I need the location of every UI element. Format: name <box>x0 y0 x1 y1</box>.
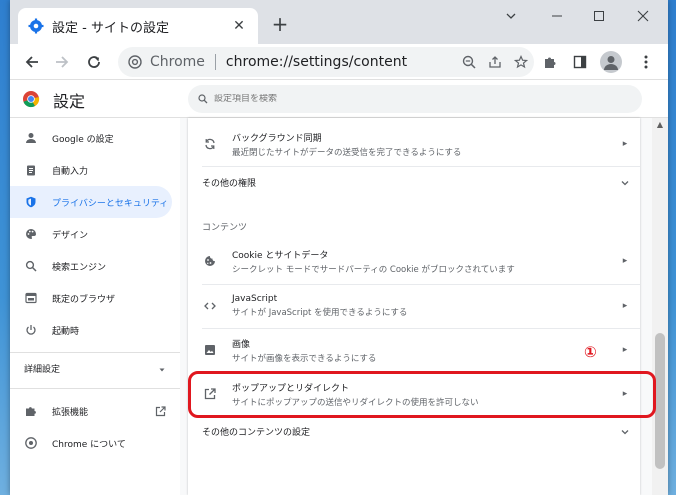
more-permissions-expander[interactable]: その他の権限 <box>188 167 640 197</box>
sidebar-item-search-engine[interactable]: 検索エンジン <box>10 250 172 282</box>
sidebar-item-advanced[interactable]: 詳細設定 <box>10 352 180 384</box>
puzzle-icon <box>24 404 38 418</box>
gear-icon <box>28 18 44 34</box>
row-cookies[interactable]: Cookie とサイトデータ シークレット モードでサードパーティの Cooki… <box>188 240 640 282</box>
search-icon <box>24 259 38 273</box>
shield-icon <box>24 195 38 209</box>
browser-toolbar: Chrome chrome://settings/content <box>10 44 668 80</box>
sidebar-item-label: 既定のブラウザ <box>52 294 116 305</box>
url-text[interactable]: chrome://settings/content <box>226 54 456 70</box>
zoom-icon[interactable] <box>456 49 482 75</box>
search-icon <box>198 94 208 104</box>
new-tab-button[interactable]: + <box>268 12 292 36</box>
sidebar-item-label: Google の設定 <box>52 134 114 145</box>
sidebar-item-label: Chrome について <box>52 439 126 450</box>
row-images[interactable]: 画像 サイトが画像を表示できるようにする ▸ <box>188 329 640 371</box>
sidebar-item-privacy[interactable]: プライバシーとセキュリティ <box>10 186 172 218</box>
side-panel-icon[interactable] <box>568 50 592 74</box>
expander-label: その他のコンテンツの設定 <box>202 427 311 438</box>
close-window-icon[interactable] <box>620 0 666 32</box>
row-description: サイトが画像を表示できるようにする <box>232 353 377 364</box>
page-title: 設定 <box>53 92 86 111</box>
highlight-annotation <box>188 371 656 418</box>
close-tab-icon[interactable]: ✕ <box>230 18 248 34</box>
tab-settings[interactable]: 設定 - サイトの設定 ✕ <box>18 8 258 44</box>
sidebar-item-default-browser[interactable]: 既定のブラウザ <box>10 282 172 314</box>
address-bar[interactable]: Chrome chrome://settings/content <box>118 47 534 77</box>
sidebar-item-startup[interactable]: 起動時 <box>10 314 172 346</box>
settings-header: 設定 <box>10 80 668 118</box>
tab-strip: 設定 - サイトの設定 ✕ + <box>10 0 668 44</box>
sidebar-item-label: 拡張機能 <box>52 407 89 418</box>
omnibox-divider <box>214 54 216 70</box>
clipboard-icon <box>24 163 38 177</box>
kebab-menu-icon[interactable] <box>634 50 658 74</box>
site-label: Chrome <box>150 54 205 70</box>
scroll-up-arrow-icon[interactable]: ▲ <box>652 118 668 132</box>
chrome-logo-icon <box>22 90 40 108</box>
share-icon[interactable] <box>482 49 508 75</box>
row-description: シークレット モードでサードパーティの Cookie がブロックされています <box>232 264 515 275</box>
sidebar-item-label: 詳細設定 <box>24 364 61 375</box>
row-title: Cookie とサイトデータ <box>232 250 329 261</box>
sidebar-item-label: デザイン <box>52 230 89 241</box>
chrome-logo-icon <box>128 55 142 69</box>
sidebar-item-google[interactable]: Google の設定 <box>10 122 172 154</box>
settings-search[interactable] <box>188 85 642 113</box>
minimize-icon[interactable] <box>534 0 580 32</box>
chevron-down-icon <box>610 422 640 441</box>
arrow-right-icon: ▸ <box>622 345 628 355</box>
sidebar-item-appearance[interactable]: デザイン <box>10 218 172 250</box>
cookie-icon <box>188 255 232 267</box>
forward-button[interactable] <box>50 50 74 74</box>
row-title: バックグラウンド同期 <box>232 133 322 144</box>
sync-icon <box>188 138 232 150</box>
row-description: サイトが JavaScript を使用できるようにする <box>232 308 408 318</box>
back-button[interactable] <box>20 50 44 74</box>
reload-button[interactable] <box>82 50 106 74</box>
caret-down-icon <box>158 359 166 378</box>
sidebar: Google の設定 自動入力 プライバシーとセキュリティ デザイン 検索エンジ… <box>10 118 180 495</box>
image-icon <box>188 344 232 356</box>
tab-search-icon[interactable] <box>488 0 534 32</box>
arrow-right-icon: ▸ <box>622 139 628 149</box>
sidebar-item-label: 検索エンジン <box>52 262 107 273</box>
arrow-right-icon: ▸ <box>622 256 628 266</box>
site-settings-card: バックグラウンド同期 最近閉じたサイトがデータの送受信を完了できるようにする ▸… <box>188 118 640 495</box>
expander-label: その他の権限 <box>202 178 257 189</box>
row-background-sync[interactable]: バックグラウンド同期 最近閉じたサイトがデータの送受信を完了できるようにする ▸ <box>188 124 640 164</box>
search-input[interactable] <box>214 94 614 104</box>
row-javascript[interactable]: JavaScript サイトが JavaScript を使用できるようにする ▸ <box>188 285 640 327</box>
browser-window: 設定 - サイトの設定 ✕ + Chrome chrome://settings… <box>10 0 668 495</box>
row-title: 画像 <box>232 339 251 350</box>
more-content-settings-expander[interactable]: その他のコンテンツの設定 <box>188 416 640 446</box>
sidebar-item-autofill[interactable]: 自動入力 <box>10 154 172 186</box>
extensions-puzzle-icon[interactable] <box>538 50 562 74</box>
bookmark-star-icon[interactable] <box>508 49 534 75</box>
power-icon <box>24 323 38 337</box>
tab-title: 設定 - サイトの設定 <box>52 20 169 36</box>
sidebar-item-label: 自動入力 <box>52 166 89 177</box>
chrome-logo-icon <box>24 436 38 450</box>
browser-icon <box>24 291 38 305</box>
arrow-right-icon: ▸ <box>622 301 628 311</box>
open-in-new-icon <box>155 405 166 417</box>
code-icon <box>188 300 232 312</box>
scrollbar-thumb[interactable] <box>655 333 665 469</box>
sidebar-item-label: プライバシーとセキュリティ <box>52 198 169 209</box>
maximize-icon[interactable] <box>576 0 622 32</box>
sidebar-item-about[interactable]: Chrome について <box>10 427 172 459</box>
row-description: 最近閉じたサイトがデータの送受信を完了できるようにする <box>232 147 462 158</box>
sidebar-item-label: 起動時 <box>52 326 80 337</box>
sidebar-item-extensions[interactable]: 拡張機能 <box>10 395 180 427</box>
person-icon <box>24 131 38 145</box>
section-heading-contents: コンテンツ <box>202 223 248 233</box>
sidebar-divider <box>10 388 180 389</box>
profile-avatar[interactable] <box>600 51 622 73</box>
chevron-down-icon <box>610 173 640 192</box>
annotation-number: ① <box>584 343 597 361</box>
palette-icon <box>24 227 38 241</box>
row-title: JavaScript <box>232 294 278 304</box>
